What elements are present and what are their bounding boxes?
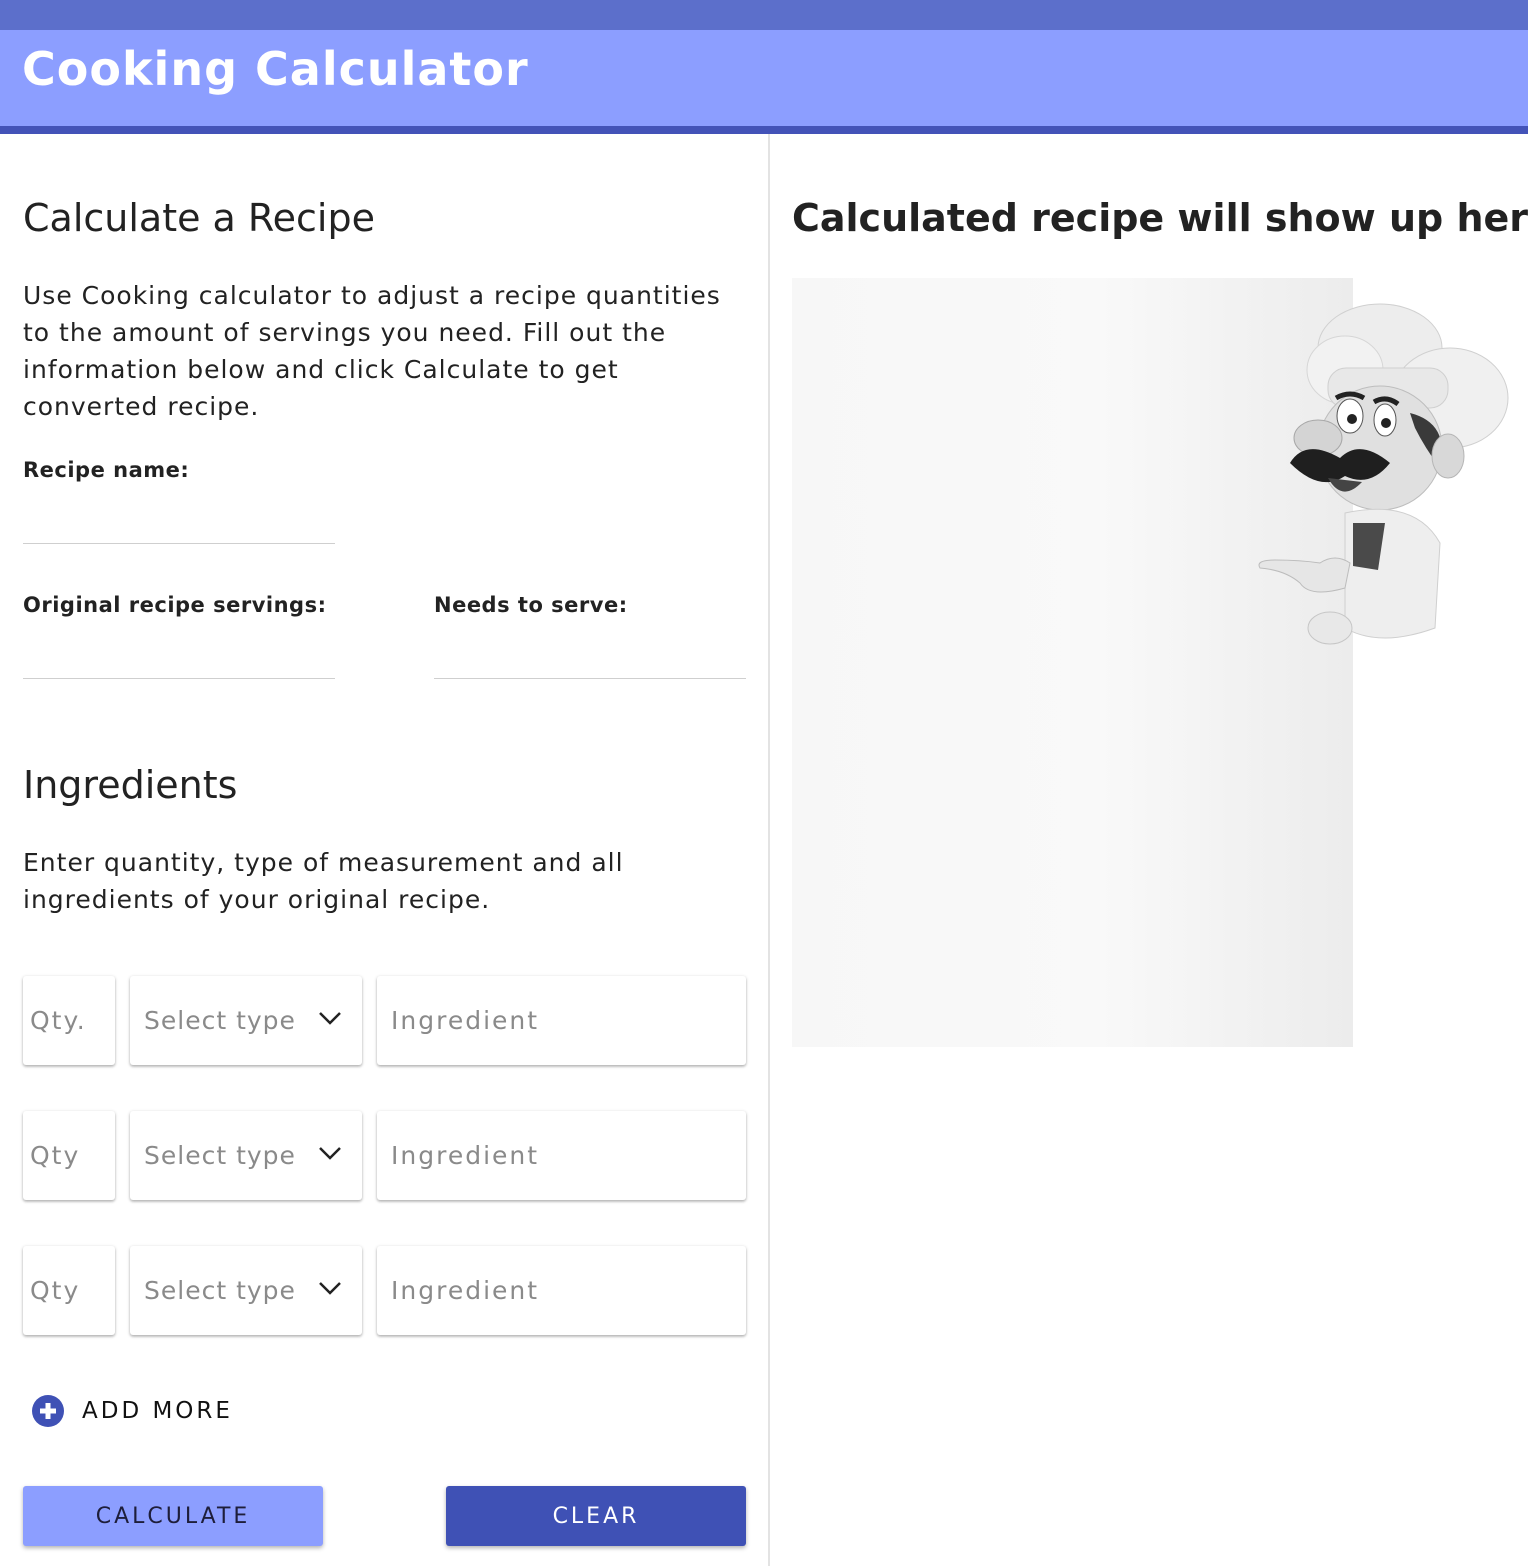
original-servings-input[interactable] [23,639,335,679]
qty-field[interactable] [23,976,115,1065]
recipe-name-input[interactable] [23,504,335,544]
ingredients-heading: Ingredients [23,763,238,807]
chevron-down-icon [319,1147,341,1160]
qty-input[interactable] [23,976,115,1065]
result-heading: Calculated recipe will show up here [792,196,1528,240]
chevron-down-icon [319,1012,341,1025]
measurement-type-select[interactable]: Select type [130,1246,362,1335]
needs-to-serve-label: Needs to serve: [434,593,628,617]
measurement-type-select[interactable]: Select type [130,976,362,1065]
measurement-type-placeholder: Select type [144,1141,296,1170]
header-border [0,126,1528,134]
qty-field[interactable] [23,1111,115,1200]
qty-input[interactable] [23,1111,115,1200]
ingredient-field[interactable] [377,1111,746,1200]
recipe-name-label: Recipe name: [23,458,190,482]
measurement-type-placeholder: Select type [144,1276,296,1305]
chevron-down-icon [319,1282,341,1295]
add-more-label: ADD MORE [82,1398,233,1424]
qty-input[interactable] [23,1246,115,1335]
qty-field[interactable] [23,1246,115,1335]
needs-to-serve-input[interactable] [434,639,746,679]
ingredient-input[interactable] [377,976,746,1065]
clear-button[interactable]: CLEAR [446,1486,746,1546]
app-title: Cooking Calculator [22,42,529,96]
measurement-type-select[interactable]: Select type [130,1111,362,1200]
add-more-button[interactable]: ADD MORE [32,1395,233,1427]
plus-circle-icon [32,1395,64,1427]
ingredients-description: Enter quantity, type of measurement and … [23,848,624,914]
column-divider [768,134,770,1566]
chef-illustration [1258,303,1509,645]
calculator-description: Use Cooking calculator to adjust a recip… [23,281,721,421]
top-strip [0,0,1528,30]
ingredient-input[interactable] [377,1246,746,1335]
ingredient-field[interactable] [377,976,746,1065]
calculate-recipe-heading: Calculate a Recipe [23,196,375,240]
original-servings-label: Original recipe servings: [23,593,327,617]
measurement-type-placeholder: Select type [144,1006,296,1035]
ingredient-input[interactable] [377,1111,746,1200]
calculate-button[interactable]: CALCULATE [23,1486,323,1546]
ingredient-field[interactable] [377,1246,746,1335]
